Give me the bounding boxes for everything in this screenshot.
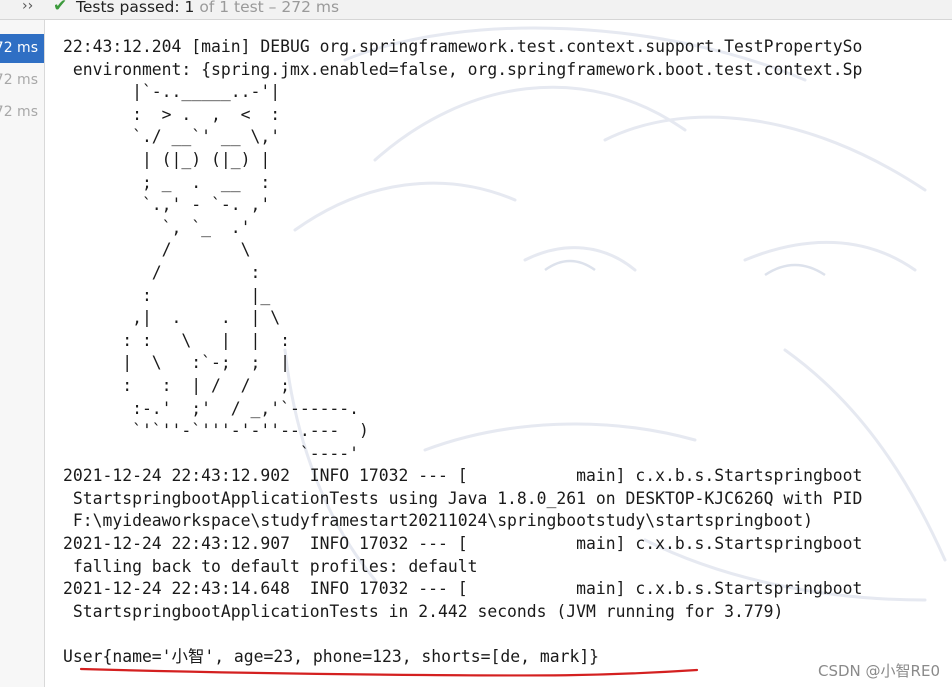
test-results-tree: 72 ms 72 ms 72 ms — [0, 20, 45, 687]
tests-summary-label: of 1 test – 272 ms — [194, 0, 340, 16]
test-duration: 72 ms — [0, 40, 38, 56]
expand-toolbar-icon[interactable]: ›› — [22, 0, 33, 14]
test-duration: 72 ms — [0, 72, 38, 88]
test-duration: 72 ms — [0, 104, 38, 120]
test-status-bar: ›› ✔ Tests passed: 1 of 1 test – 272 ms — [0, 0, 952, 20]
test-tree-row[interactable]: 72 ms — [0, 34, 44, 63]
csdn-watermark: CSDN @小智RE0 — [818, 662, 940, 680]
tests-passed-label: Tests passed: 1 — [76, 0, 195, 16]
red-underline-annotation — [79, 667, 699, 677]
check-icon: ✔ — [53, 0, 68, 16]
console-output[interactable]: 22:43:12.204 [main] DEBUG org.springfram… — [45, 20, 952, 687]
test-tree-row[interactable]: 72 ms — [0, 98, 44, 127]
test-status-text: Tests passed: 1 of 1 test – 272 ms — [76, 0, 339, 16]
test-tree-row[interactable]: 72 ms — [0, 66, 44, 95]
